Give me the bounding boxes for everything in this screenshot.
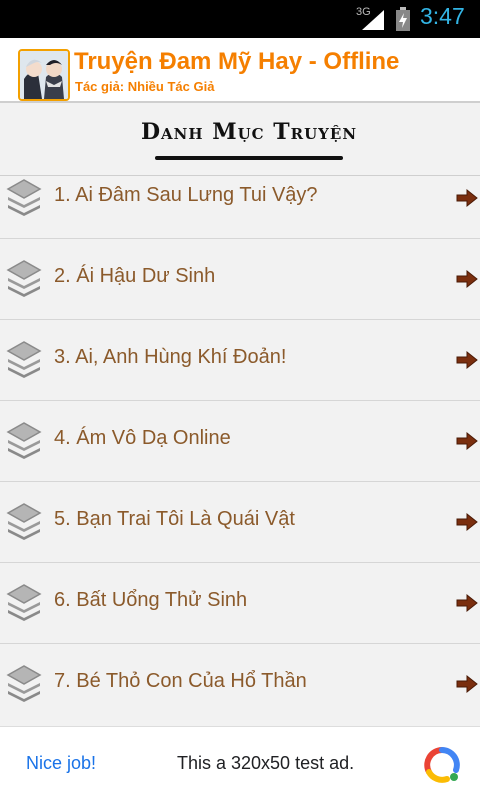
battery-charging-icon [396,7,410,31]
list-item[interactable]: 7. Bé Thỏ Con Của Hổ Thần [0,644,480,724]
story-list: 1. Ai Đâm Sau Lưng Tui Vậy? 2. Ái Hậu Dư… [0,176,480,724]
list-item[interactable]: 6. Bất Uổng Thử Sinh [0,563,480,644]
layers-icon [6,260,42,297]
adchoices-logo[interactable] [423,746,461,784]
app-title: Truyện Đam Mỹ Hay - Offline [74,48,400,75]
clock: 3:47 [420,3,465,29]
app-subtitle: Tác giả: Nhiều Tác Giả [75,79,215,94]
ad-banner[interactable]: Nice job! This a 320x50 test ad. [0,726,480,801]
arrow-right-icon[interactable] [456,593,478,613]
list-item-label: 1. Ai Đâm Sau Lưng Tui Vậy? [54,184,318,206]
list-item-label: 6. Bất Uổng Thử Sinh [54,589,248,611]
arrow-right-icon[interactable] [456,188,478,208]
section-underline [155,156,343,160]
arrow-right-icon[interactable] [456,431,478,451]
signal-icon [362,10,384,30]
ad-headline[interactable]: Nice job! [26,753,96,774]
list-item-label: 7. Bé Thỏ Con Của Hổ Thần [54,670,307,692]
app-icon[interactable] [18,49,70,101]
list-item[interactable]: 1. Ai Đâm Sau Lưng Tui Vậy? [0,176,480,239]
list-item[interactable]: 4. Ám Vô Dạ Online [0,401,480,482]
section-header: Danh Mục Truyện [0,103,480,176]
list-item-label: 3. Ai, Anh Hùng Khí Đoản! [54,346,287,368]
list-item[interactable]: 2. Ái Hậu Dư Sinh [0,239,480,320]
arrow-right-icon[interactable] [456,350,478,370]
layers-icon [6,503,42,540]
ad-text[interactable]: This a 320x50 test ad. [177,753,354,774]
arrow-right-icon[interactable] [456,269,478,289]
status-bar: 3G 3:47 [0,0,480,38]
app-icon-art [20,51,68,99]
layers-icon [6,341,42,378]
arrow-right-icon[interactable] [456,512,478,532]
list-item[interactable]: 5. Bạn Trai Tôi Là Quái Vật [0,482,480,563]
section-title: Danh Mục Truyện [140,119,358,145]
list-item-label: 5. Bạn Trai Tôi Là Quái Vật [54,508,295,530]
list-item[interactable]: 3. Ai, Anh Hùng Khí Đoản! [0,320,480,401]
arrow-right-icon[interactable] [456,674,478,694]
layers-icon [6,422,42,459]
app-header: Truyện Đam Mỹ Hay - Offline Tác giả: Nhi… [0,38,480,103]
list-item-label: 4. Ám Vô Dạ Online [54,427,231,449]
layers-icon [6,179,42,216]
layers-icon [6,665,42,702]
layers-icon [6,584,42,621]
list-item-label: 2. Ái Hậu Dư Sinh [54,265,216,287]
